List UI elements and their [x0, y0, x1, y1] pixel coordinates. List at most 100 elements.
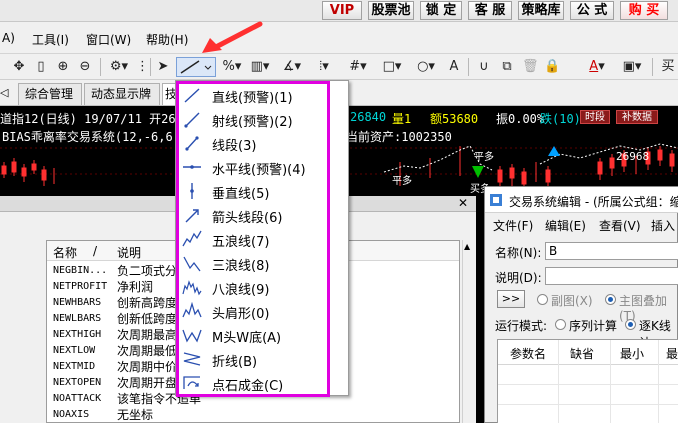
horizontal-line-icon — [183, 165, 201, 169]
tab-scroll-left-icon[interactable]: ◁ — [0, 86, 12, 99]
editor-menu-view[interactable]: 查看(V) — [599, 217, 641, 234]
customer-service-button[interactable]: 客 服 — [468, 1, 512, 20]
stock-pool-button[interactable]: 股票池 — [368, 1, 414, 20]
lock-button[interactable]: 锁 定 — [420, 1, 462, 20]
menu-item-gold-stone[interactable]: 点石成金(C) — [176, 371, 348, 395]
angle-tool-icon[interactable]: ∡▾ — [280, 57, 304, 77]
sub-chart-radio[interactable] — [537, 294, 548, 305]
run-mode-label: 运行模式: — [495, 319, 548, 333]
menu-item-polyline[interactable]: 折线(B) — [176, 347, 348, 371]
vip-button[interactable]: VIP — [322, 1, 362, 20]
parameter-table[interactable]: 参数名 缺省 最小 最 — [497, 339, 678, 423]
head-shoulders-icon — [182, 302, 202, 318]
grid-tool-icon[interactable]: #▾ — [346, 57, 370, 77]
name-label: 名称(N): — [495, 246, 542, 260]
column-name[interactable]: 名称 — [53, 244, 77, 261]
delete-icon[interactable]: 🗑 — [522, 57, 539, 77]
menu-item-five-wave[interactable]: 五浪线(7) — [176, 227, 348, 251]
zoom-in-icon[interactable]: ⊕ — [54, 57, 72, 77]
close-icon[interactable]: ✕ — [458, 196, 468, 210]
magnet-icon[interactable]: ∪ — [476, 57, 492, 77]
scroll-up-icon[interactable]: ▲ — [464, 242, 470, 251]
list-item[interactable]: NOAXIS 无坐标 — [47, 407, 459, 422]
name-input[interactable]: B — [545, 242, 678, 260]
menu-window[interactable]: 窗口(W) — [86, 31, 131, 48]
draw-line-tool-button[interactable] — [176, 57, 216, 77]
signal-mark-close-long-2: 平多 — [392, 176, 412, 187]
editor-menu-bar: 文件(F) 编辑(E) 查看(V) 插入 — [485, 214, 678, 234]
rectangle-tool-icon[interactable]: □▾ — [380, 57, 404, 77]
tab-technical[interactable]: 技 — [162, 83, 177, 105]
eight-wave-icon — [182, 280, 202, 296]
menu-help[interactable]: 帮助(H) — [146, 31, 188, 48]
step-kline-radio[interactable] — [625, 319, 636, 330]
ruler-icon[interactable]: ▯ — [34, 57, 48, 77]
more-icon[interactable]: ⋮ — [136, 57, 149, 77]
menu-item-three-wave[interactable]: 三浪线(8) — [176, 251, 348, 275]
editor-menu-edit[interactable]: 编辑(E) — [545, 217, 586, 234]
period-tool-icon[interactable]: ⦙▾ — [312, 57, 336, 77]
save-icon[interactable]: ▣▾ — [620, 57, 644, 77]
buy-tool-button[interactable]: 买 — [660, 57, 676, 77]
trading-system-editor-window: 交易系统编辑 - (所属公式组：缩 文件(F) 编辑(E) 查看(V) 插入 名… — [484, 186, 678, 423]
menu-partial[interactable]: A) — [2, 31, 15, 45]
menu-tools[interactable]: 工具(I) — [32, 31, 69, 48]
settings-icon[interactable]: ⚙▾ — [106, 57, 132, 77]
percent-tool-button[interactable]: %▾ — [220, 57, 244, 77]
segment-icon — [185, 136, 199, 151]
arrow-segment-icon — [185, 209, 199, 223]
expand-button[interactable]: >> — [497, 290, 525, 308]
column-description[interactable]: 说明 — [117, 244, 141, 261]
menu-item-m-top-w-bottom[interactable]: M头W底(A) — [176, 323, 348, 347]
editor-app-icon — [490, 194, 502, 206]
copy-icon[interactable]: ⧉ — [498, 57, 516, 77]
menu-item-line[interactable]: 直线(预警)(1) — [176, 83, 348, 107]
fib-tool-icon[interactable]: ▥▾ — [248, 57, 272, 77]
column-sort-indicator: / — [93, 244, 98, 258]
editor-menu-insert[interactable]: 插入 — [651, 217, 675, 234]
editor-menu-file[interactable]: 文件(F) — [493, 217, 533, 234]
buy-button[interactable]: 购 买 — [620, 1, 668, 20]
main-overlay-radio[interactable] — [605, 294, 616, 305]
sub-chart-label: 副图(X) — [551, 294, 593, 308]
menu-item-ray[interactable]: 射线(预警)(2) — [176, 107, 348, 131]
menu-bar: A) 工具(I) 窗口(W) 帮助(H) — [0, 22, 678, 54]
menu-item-horizontal-line[interactable]: 水平线(预警)(4) — [176, 155, 348, 179]
circle-tool-icon[interactable]: ○▾ — [414, 57, 438, 77]
menu-item-eight-wave[interactable]: 八浪线(9) — [176, 275, 348, 299]
editor-titlebar: 交易系统编辑 - (所属公式组：缩 — [485, 187, 678, 213]
zoom-out-icon[interactable]: ⊖ — [76, 57, 94, 77]
polyline-icon — [183, 352, 201, 366]
ray-icon — [184, 112, 200, 128]
function-list-scrollbar[interactable]: ▲ — [462, 240, 474, 423]
description-input[interactable] — [545, 267, 678, 285]
three-wave-icon — [183, 256, 201, 272]
param-max-header: 最 — [666, 347, 678, 361]
top-button-strip: VIP 股票池 锁 定 客 服 策略库 公 式 购 买 — [0, 0, 678, 22]
price-level-label: 26968 — [616, 150, 650, 163]
line-tool-icon — [180, 60, 212, 74]
menu-item-arrow-segment[interactable]: 箭头线段(6) — [176, 203, 348, 227]
description-label: 说明(D): — [495, 271, 542, 285]
line-icon — [184, 88, 200, 103]
param-name-header: 参数名 — [510, 347, 547, 361]
param-min-header: 最小 — [620, 347, 645, 361]
tab-dynamic-board[interactable]: 动态显示牌 — [84, 83, 160, 105]
gold-stone-icon — [183, 376, 200, 389]
vertical-line-icon — [190, 183, 194, 199]
font-color-icon[interactable]: A▾ — [586, 57, 608, 77]
menu-item-vertical-line[interactable]: 垂直线(5) — [176, 179, 348, 203]
sequence-calc-label: 序列计算 — [569, 319, 618, 333]
lock-draw-icon[interactable]: 🔒 — [544, 57, 560, 77]
m-top-w-bottom-icon — [182, 329, 202, 343]
menu-item-segment[interactable]: 线段(3) — [176, 131, 348, 155]
move-icon[interactable]: ✥ — [10, 57, 28, 77]
text-tool-icon[interactable]: A — [446, 57, 462, 77]
pointer-icon[interactable]: ➤ — [154, 57, 172, 77]
menu-item-head-shoulders[interactable]: 头肩形(0) — [176, 299, 348, 323]
sequence-calc-radio[interactable] — [555, 319, 566, 330]
tab-general-management[interactable]: 综合管理 — [18, 83, 82, 105]
signal-mark-close-long: 平多 — [474, 152, 494, 163]
strategy-library-button[interactable]: 策略库 — [518, 1, 564, 20]
formula-button[interactable]: 公 式 — [570, 1, 614, 20]
